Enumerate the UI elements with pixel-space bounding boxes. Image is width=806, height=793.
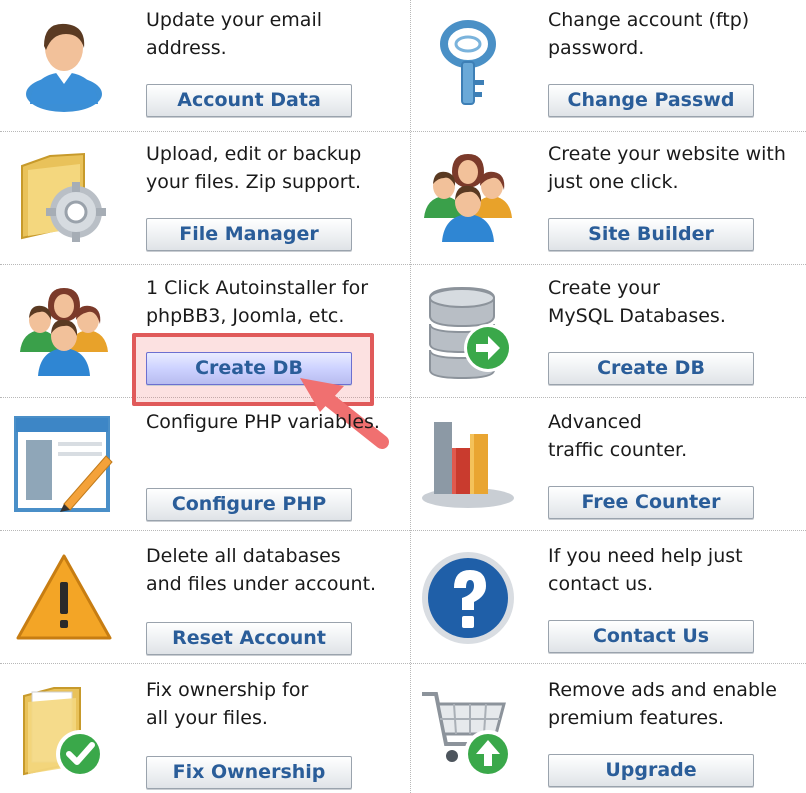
settings-window-icon — [14, 414, 114, 514]
item-description: Create your website with just one click. — [548, 143, 786, 193]
row-divider — [0, 264, 806, 265]
people-group-icon — [14, 280, 114, 380]
item-description: Delete all databases and files under acc… — [146, 545, 377, 595]
configure-php-button[interactable]: Configure PHP — [146, 488, 352, 521]
item-description: 1 Click Autoinstaller for phpBB3, Joomla… — [146, 277, 369, 327]
item-description: Fix ownership for all your files. — [146, 679, 309, 729]
upgrade-button[interactable]: Upgrade — [548, 754, 754, 787]
row-divider — [0, 530, 806, 531]
reset-account-button[interactable]: Reset Account — [146, 622, 352, 655]
account-data-button[interactable]: Account Data — [146, 84, 352, 117]
row-divider — [0, 397, 806, 398]
people-group-icon — [418, 146, 518, 246]
warning-icon — [14, 548, 114, 648]
user-icon — [14, 12, 114, 112]
tools-grid: Update your email address. Account Data … — [0, 0, 806, 793]
item-description: Remove ads and enable premium features. — [548, 679, 777, 729]
row-divider — [0, 131, 806, 132]
item-description: Configure PHP variables. — [146, 411, 380, 433]
key-icon — [418, 14, 518, 114]
contact-us-button[interactable]: Contact Us — [548, 620, 754, 653]
item-description: Create your MySQL Databases. — [548, 277, 726, 327]
database-icon — [418, 280, 518, 380]
item-description: Update your email address. — [146, 9, 323, 59]
fix-ownership-button[interactable]: Fix Ownership — [146, 756, 352, 789]
cart-upgrade-icon — [418, 682, 518, 782]
folder-check-icon — [14, 682, 114, 782]
folder-gear-icon — [14, 146, 114, 246]
item-description: Change account (ftp) password. — [548, 9, 750, 59]
change-passwd-button[interactable]: Change Passwd — [548, 84, 754, 117]
item-description: Advanced traffic counter. — [548, 411, 688, 461]
bar-chart-icon — [418, 412, 518, 512]
create-db-mysql-button[interactable]: Create DB — [548, 352, 754, 385]
item-description: Upload, edit or backup your files. Zip s… — [146, 143, 362, 193]
site-builder-button[interactable]: Site Builder — [548, 218, 754, 251]
help-icon — [418, 548, 518, 648]
file-manager-button[interactable]: File Manager — [146, 218, 352, 251]
item-description: If you need help just contact us. — [548, 545, 743, 595]
free-counter-button[interactable]: Free Counter — [548, 486, 754, 519]
row-divider — [0, 663, 806, 664]
